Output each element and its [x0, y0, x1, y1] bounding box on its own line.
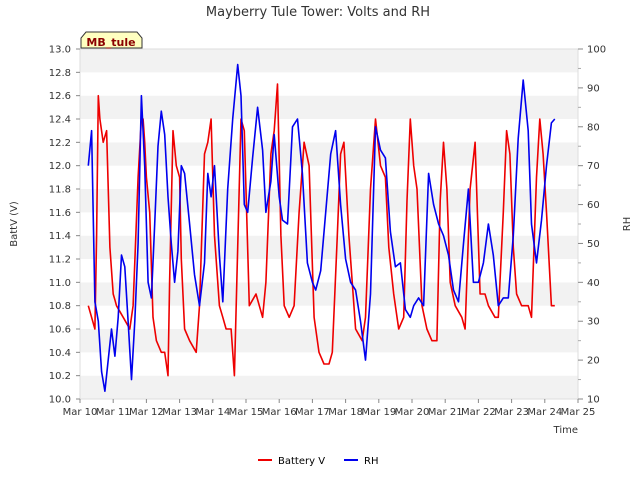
legend-label-battery: Battery V: [278, 456, 325, 467]
x-axis-title: Time: [553, 425, 578, 436]
x-tick-label: Mar 21: [428, 407, 463, 418]
left-axis: 10.0 10.2 10.4 10.6 10.8 11.0 11.2 11.4 11.6 11.8…: [49, 45, 80, 406]
right-tick-label: 30: [587, 317, 600, 328]
y-axis-left-title: BattV (V): [9, 201, 20, 247]
chart-canvas: Mayberry Tule Tower: Volts and RH 10.010…: [9, 5, 633, 467]
x-tick-label: Mar 25: [561, 407, 596, 418]
grid-band: [80, 72, 578, 96]
x-tick-label: Mar 19: [361, 407, 396, 418]
x-tick-label: Mar 18: [328, 407, 363, 418]
legend: Battery V RH: [258, 456, 378, 467]
right-tick-label: 100: [587, 45, 606, 56]
x-axis: Mar 10Mar 11Mar 12Mar 13Mar 14Mar 15Mar …: [63, 399, 596, 418]
left-tick-label: 11.4: [49, 231, 71, 242]
x-tick-label: Mar 22: [461, 407, 496, 418]
left-tick-label: 11.6: [49, 208, 71, 219]
right-tick-label: 80: [587, 122, 600, 133]
left-tick-label: 10.2: [49, 371, 71, 382]
chart-title: Mayberry Tule Tower: Volts and RH: [206, 5, 430, 20]
left-tick-label: 12.0: [49, 161, 71, 172]
x-tick-label: Mar 24: [527, 407, 562, 418]
left-tick-label: 12.8: [49, 68, 71, 79]
grid-band: [80, 119, 578, 143]
grid-band: [80, 259, 578, 283]
left-tick-label: 11.8: [49, 185, 71, 196]
x-tick-label: Mar 12: [129, 407, 164, 418]
left-tick-label: 11.0: [49, 278, 71, 289]
left-tick-label: 10.0: [49, 395, 71, 406]
right-tick-label: 20: [587, 356, 600, 367]
right-tick-label: 10: [587, 395, 600, 406]
grid-band: [80, 49, 578, 73]
left-tick-label: 11.2: [49, 255, 71, 266]
legend-label-rh: RH: [364, 456, 378, 467]
left-tick-label: 10.4: [49, 348, 71, 359]
x-tick-label: Mar 23: [494, 407, 529, 418]
x-tick-label: Mar 16: [262, 407, 297, 418]
y-axis-right-title: RH: [622, 217, 633, 231]
grid-band: [80, 282, 578, 306]
right-tick-label: 90: [587, 83, 600, 94]
station-badge-label: MB_tule: [86, 36, 135, 49]
grid-band: [80, 95, 578, 119]
left-tick-label: 12.4: [49, 115, 71, 126]
right-axis: 10 20 30 40 50 60 70 80 90 100: [578, 45, 606, 406]
x-tick-label: Mar 20: [395, 407, 430, 418]
x-tick-label: Mar 11: [96, 407, 131, 418]
left-tick-label: 13.0: [49, 45, 71, 56]
x-tick-label: Mar 15: [229, 407, 264, 418]
x-tick-label: Mar 14: [195, 407, 230, 418]
right-tick-label: 70: [587, 161, 600, 172]
right-tick-label: 50: [587, 239, 600, 250]
left-tick-label: 12.6: [49, 91, 71, 102]
grid-band: [80, 142, 578, 166]
left-tick-label: 10.6: [49, 325, 71, 336]
right-tick-label: 40: [587, 278, 600, 289]
station-badge: MB_tule: [80, 31, 143, 49]
right-tick-label: 60: [587, 200, 600, 211]
grid-band: [80, 375, 578, 399]
x-tick-label: Mar 13: [162, 407, 197, 418]
x-tick-label: Mar 17: [295, 407, 330, 418]
left-tick-label: 12.2: [49, 138, 71, 149]
left-tick-label: 10.8: [49, 301, 71, 312]
x-tick-label: Mar 10: [63, 407, 98, 418]
